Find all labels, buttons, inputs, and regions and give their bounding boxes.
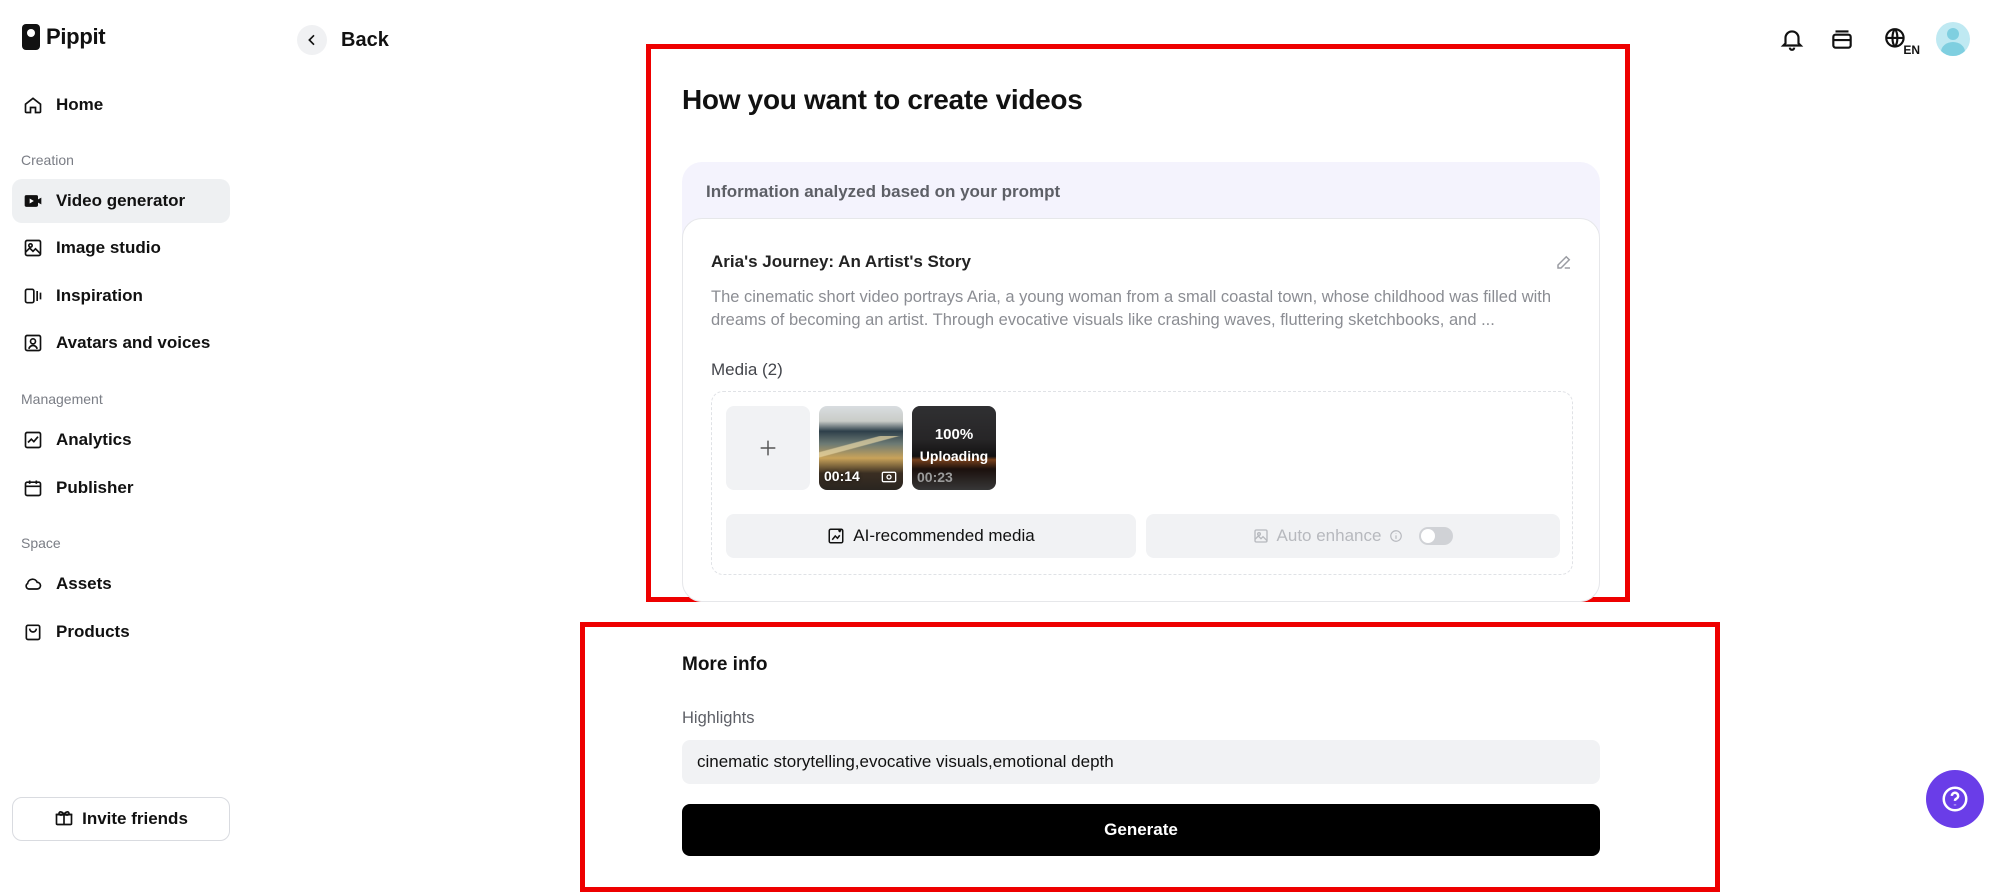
sidebar-item-label: Avatars and voices [56, 333, 211, 352]
language-badge: EN [1903, 43, 1920, 57]
page-title: How you want to create videos [682, 84, 1083, 115]
sidebar-item-products[interactable]: Products [12, 610, 230, 654]
back-label: Back [341, 28, 389, 51]
credits-stack-icon[interactable] [1828, 25, 1856, 53]
sidebar-item-image-studio[interactable]: Image studio [12, 226, 230, 270]
section-label-management: Management [21, 391, 103, 407]
cloud-icon [22, 573, 44, 595]
video-generator-icon [22, 190, 44, 212]
sidebar-item-home[interactable]: Home [12, 83, 230, 127]
media-dropzone: 00:14 100% Uploading 00:23 AI-recommende… [711, 391, 1573, 575]
sidebar-item-label: Video generator [56, 191, 186, 210]
info-icon[interactable] [1389, 529, 1403, 543]
section-label-creation: Creation [21, 152, 74, 168]
media-duration: 00:14 [824, 468, 860, 484]
sidebar: Pippit Home Creation Video generator Ima… [0, 0, 240, 892]
auto-enhance-label: Auto enhance [1276, 526, 1382, 545]
plus-icon [760, 440, 776, 456]
sidebar-item-label: Analytics [56, 430, 132, 449]
top-toolbar: EN [1778, 22, 1970, 57]
pippit-logo-icon [22, 24, 40, 50]
upload-status: Uploading [919, 448, 989, 464]
invite-friends-button[interactable]: Invite friends [12, 797, 230, 841]
gift-icon [54, 807, 74, 832]
notification-bell-icon[interactable] [1778, 25, 1806, 53]
sidebar-item-inspiration[interactable]: Inspiration [12, 274, 230, 318]
story-description: The cinematic short video portrays Aria,… [711, 288, 1552, 329]
add-media-button[interactable] [726, 406, 810, 490]
story-card: Aria's Journey: An Artist's Story The ci… [682, 218, 1600, 602]
app-name: Pippit [46, 24, 106, 49]
ai-recommended-media-button[interactable]: AI-recommended media [726, 514, 1136, 558]
analysis-panel: Information analyzed based on your promp… [682, 162, 1600, 602]
media-thumbnail-1[interactable]: 00:14 [819, 406, 903, 490]
inspiration-icon [22, 285, 44, 307]
analysis-label: Information analyzed based on your promp… [706, 182, 1061, 201]
home-icon [22, 94, 44, 116]
image-studio-icon [22, 237, 44, 259]
app-logo[interactable]: Pippit [22, 24, 106, 50]
avatar-icon [22, 332, 44, 354]
edit-pencil-icon[interactable] [1555, 253, 1573, 271]
back-button[interactable]: Back [297, 25, 389, 55]
highlights-label: Highlights [682, 709, 755, 727]
sidebar-item-video-generator[interactable]: Video generator [12, 179, 230, 223]
user-avatar[interactable] [1936, 22, 1970, 56]
sidebar-item-label: Publisher [56, 478, 134, 497]
analytics-icon [22, 429, 44, 451]
sidebar-item-label: Home [56, 95, 104, 114]
more-info-title: More info [682, 654, 768, 675]
sidebar-item-label: Products [56, 622, 130, 641]
generate-button[interactable]: Generate [682, 804, 1600, 856]
media-type-icon [881, 471, 897, 483]
language-globe-icon[interactable]: EN [1878, 25, 1920, 57]
chevron-left-icon [297, 25, 327, 55]
sidebar-item-label: Inspiration [56, 286, 143, 305]
media-duration: 00:23 [917, 469, 953, 485]
sidebar-item-label: Assets [56, 574, 112, 593]
sidebar-item-analytics[interactable]: Analytics [12, 418, 230, 462]
calendar-icon [22, 477, 44, 499]
sidebar-item-assets[interactable]: Assets [12, 562, 230, 606]
invite-label: Invite friends [82, 809, 188, 828]
image-icon [1253, 529, 1268, 543]
section-label-space: Space [21, 535, 61, 551]
sidebar-item-label: Image studio [56, 238, 161, 257]
sidebar-item-publisher[interactable]: Publisher [12, 466, 230, 510]
help-question-icon [1942, 786, 1968, 812]
story-title: Aria's Journey: An Artist's Story [711, 252, 971, 271]
ai-button-label: AI-recommended media [853, 526, 1035, 545]
help-button[interactable] [1926, 770, 1984, 828]
media-thumbnail-2[interactable]: 100% Uploading 00:23 [912, 406, 996, 490]
product-bag-icon [22, 621, 44, 643]
auto-enhance-control: Auto enhance [1146, 514, 1560, 558]
highlights-input[interactable]: cinematic storytelling,evocative visuals… [682, 740, 1600, 784]
auto-enhance-toggle[interactable] [1419, 527, 1454, 545]
sidebar-item-avatars-voices[interactable]: Avatars and voices [12, 321, 230, 365]
media-label: Media (2) [711, 360, 783, 379]
ai-media-icon [828, 528, 844, 544]
upload-progress: 100% [934, 426, 974, 443]
